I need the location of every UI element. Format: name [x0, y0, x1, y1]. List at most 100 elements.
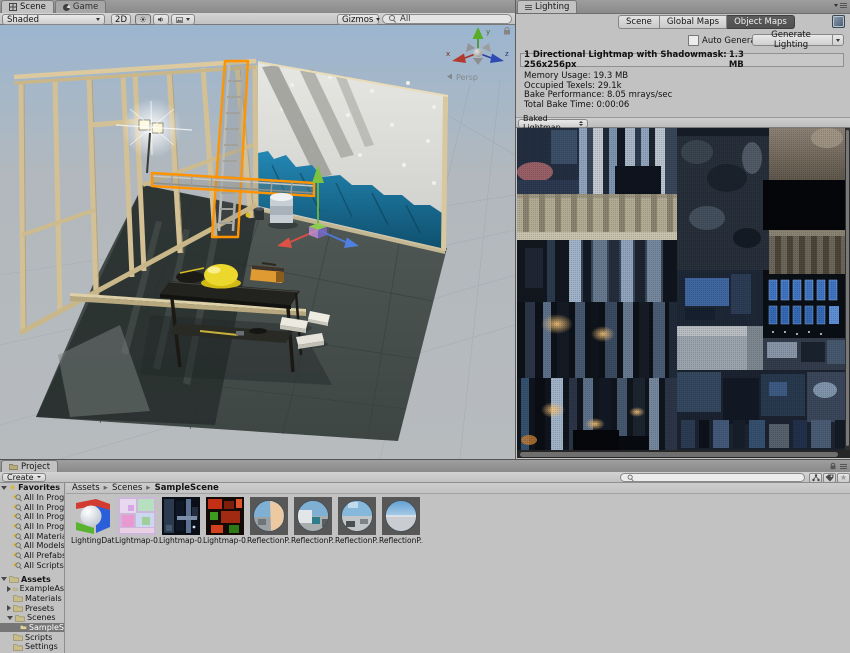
auto-generate-checkbox[interactable] — [688, 35, 699, 46]
asset-lightmap-0[interactable]: Lightmap-0... — [115, 497, 159, 545]
favorites-header[interactable]: ★ Favorites — [0, 483, 64, 493]
lighting-pane: Lighting Scene Global Maps Object Maps A… — [515, 0, 850, 459]
favorite-search-item[interactable]: ★All Materials — [0, 531, 64, 541]
tab-lighting-scene[interactable]: Scene — [618, 15, 660, 29]
scene-search-field[interactable] — [382, 14, 512, 24]
asset-grid: LightingData Lightmap-0... — [71, 497, 423, 545]
breadcrumb-assets[interactable]: Assets — [72, 483, 100, 493]
collapse-arrow-icon[interactable] — [7, 616, 13, 620]
tab-scene[interactable]: Scene — [1, 0, 54, 13]
collapse-arrow-icon[interactable] — [1, 486, 7, 490]
asset-reflectionprobe-2[interactable]: ReflectionP... — [335, 497, 379, 545]
project-search-input[interactable] — [638, 473, 798, 482]
favorite-search-item[interactable]: ★All In Progr — [0, 502, 64, 512]
tree-folder-materials[interactable]: Materials — [0, 594, 64, 604]
shading-mode-label: Shaded — [7, 15, 39, 25]
asset-lightmap-2[interactable]: Lightmap-0... — [203, 497, 247, 545]
tree-folder-presets[interactable]: Presets — [0, 603, 64, 613]
favorite-search-item[interactable]: ★All Prefabs — [0, 551, 64, 561]
preview-header: Baked Lightmap — [516, 117, 850, 128]
breadcrumb-separator: ▸ — [146, 483, 150, 493]
preview-horizontal-scrollbar[interactable] — [517, 450, 850, 458]
tab-project[interactable]: Project — [1, 460, 58, 472]
project-pane: Project Create ★ — [0, 459, 850, 653]
unity-editor-window: Scene Game Shaded 2D — [0, 0, 850, 653]
lightmap-summary-text: 1 Directional Lightmap with Shadowmask: … — [524, 50, 729, 70]
project-search-field[interactable] — [620, 473, 805, 482]
asset-lightmap-1[interactable]: Lightmap-0... — [159, 497, 203, 545]
assets-root[interactable]: Assets — [0, 574, 64, 584]
toggle-2d-button[interactable]: 2D — [111, 14, 131, 25]
lightmap-thumbnail-pink — [118, 497, 156, 535]
tab-game[interactable]: Game — [55, 0, 106, 13]
asset-label: Lightmap-0... — [203, 536, 247, 545]
favorite-search-item[interactable]: ★All Models — [0, 541, 64, 551]
expand-arrow-icon[interactable] — [7, 586, 11, 592]
favorite-search-item[interactable]: ★All In Progr — [0, 512, 64, 522]
search-by-type-button[interactable] — [809, 473, 822, 483]
scene-search-input[interactable] — [400, 15, 505, 24]
tree-folder-scenes[interactable]: Scenes — [0, 613, 64, 623]
tab-lighting[interactable]: Lighting — [517, 0, 577, 13]
toggle-2d-label: 2D — [115, 15, 127, 25]
lock-icon[interactable] — [829, 462, 837, 470]
pane-menu-icon[interactable] — [840, 3, 847, 8]
tree-folder-scripts[interactable]: Scripts — [0, 632, 64, 642]
folder-icon — [13, 604, 23, 612]
pane-menu-icon[interactable] — [840, 464, 847, 469]
tab-object-maps[interactable]: Object Maps — [727, 15, 795, 29]
scene-audio-toggle[interactable] — [153, 14, 169, 25]
breadcrumb-scenes[interactable]: Scenes — [112, 483, 142, 493]
image-icon — [176, 16, 183, 24]
tree-folder-samplescene[interactable]: SampleS — [0, 623, 64, 633]
hard-hat — [204, 264, 238, 286]
generate-lighting-dropdown[interactable] — [832, 35, 843, 45]
breadcrumb-samplescene[interactable]: SampleScene — [155, 483, 219, 493]
tree-folder-exampleassets[interactable]: ExampleAs — [0, 584, 64, 594]
tab-game-label: Game — [73, 2, 98, 12]
gizmos-label: Gizmos — [342, 15, 373, 25]
expand-arrow-icon[interactable] — [7, 605, 11, 611]
favorite-search-item[interactable]: ★All In Progr — [0, 493, 64, 503]
collapse-arrow-icon[interactable] — [1, 577, 7, 581]
sun-icon — [140, 15, 146, 24]
favorite-search-button[interactable]: ★ — [837, 473, 850, 483]
search-by-label-button[interactable] — [823, 473, 836, 483]
folder-icon — [13, 594, 23, 602]
create-dropdown[interactable]: Create — [2, 473, 46, 482]
tab-global-maps[interactable]: Global Maps — [660, 15, 727, 29]
saved-search-icon: ★ — [12, 541, 22, 550]
persp-label[interactable]: Persp — [456, 73, 478, 82]
lighting-settings-icon[interactable] — [832, 15, 845, 28]
preview-vertical-scrollbar[interactable] — [845, 128, 850, 450]
asset-label: ReflectionP... — [247, 536, 291, 545]
scene-lighting-toggle[interactable] — [135, 14, 151, 25]
tab-scene-label: Scene — [20, 2, 46, 12]
lighting-mode-tabs: Scene Global Maps Object Maps — [618, 15, 795, 29]
scene-tabstrip: Scene Game — [0, 0, 515, 14]
gizmos-dropdown[interactable]: Gizmos — [337, 14, 379, 25]
asset-reflectionprobe-1[interactable]: ReflectionP... — [291, 497, 335, 545]
asset-reflectionprobe-3[interactable]: ReflectionP... — [379, 497, 423, 545]
reflectionprobe-thumbnail — [382, 497, 420, 535]
generate-lighting-button[interactable]: Generate Lighting — [752, 34, 844, 46]
scene-3d-viewport[interactable]: y x z Persp — [0, 25, 515, 459]
favorites-label: Favorites — [18, 483, 60, 492]
pane-options-caret[interactable] — [834, 4, 838, 7]
tree-folder-settings[interactable]: Settings — [0, 642, 64, 652]
folder-icon — [9, 575, 19, 583]
folder-icon — [15, 614, 25, 622]
generate-lighting-label: Generate Lighting — [753, 30, 829, 50]
axis-z-label: z — [505, 50, 509, 58]
baked-lightmap-dropdown[interactable]: Baked Lightmap — [518, 119, 588, 128]
favorite-search-item[interactable]: ★All In Progr — [0, 522, 64, 532]
baked-lightmap-preview[interactable] — [517, 128, 845, 450]
tab-project-label: Project — [21, 462, 50, 472]
favorite-search-item[interactable]: ★All Scripts — [0, 561, 64, 571]
saved-search-icon: ★ — [12, 561, 22, 570]
shading-mode-dropdown[interactable]: Shaded — [2, 14, 105, 25]
asset-reflectionprobe-0[interactable]: ReflectionP... — [247, 497, 291, 545]
scene-effects-dropdown[interactable] — [171, 14, 195, 25]
asset-lightingdata[interactable]: LightingData — [71, 497, 115, 545]
assets-label: Assets — [21, 575, 51, 584]
